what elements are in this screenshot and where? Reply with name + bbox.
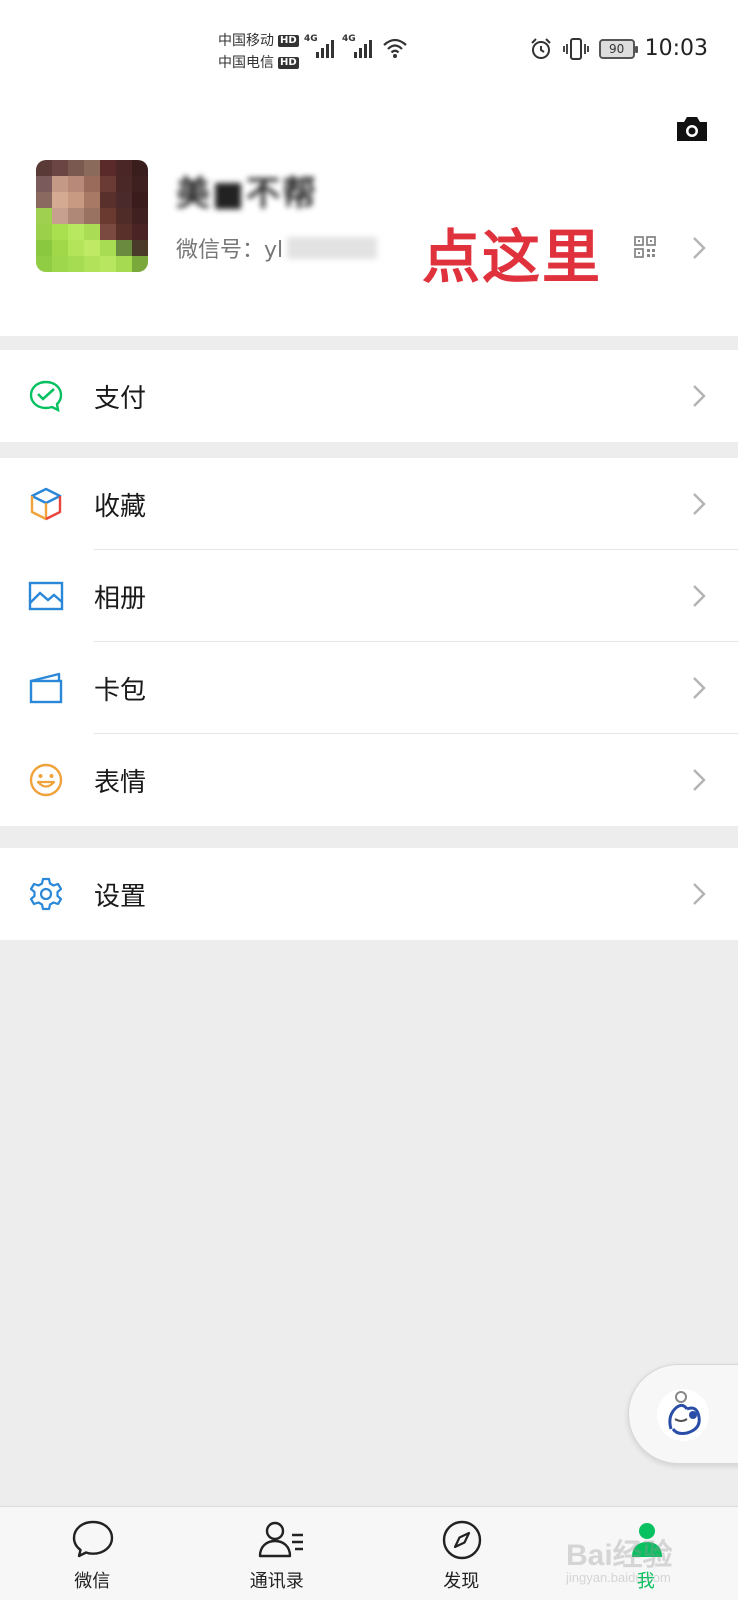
pay-icon [29, 380, 63, 413]
alarm-icon [530, 37, 551, 59]
chevron-right-icon [693, 769, 706, 791]
carrier-info: 中国移动 HD 中国电信 HD [218, 30, 299, 74]
floating-assistant-button[interactable] [628, 1364, 738, 1464]
chevron-right-icon [693, 585, 706, 607]
menu-label-album: 相册 [94, 583, 147, 614]
menu-label-pay: 支付 [94, 383, 147, 414]
contacts-icon [258, 1521, 303, 1558]
chevron-right-icon [693, 883, 706, 905]
wechat-id-label: 微信号：yl [176, 238, 284, 263]
menu-group-main: 收藏 相册 卡包 表情 [0, 458, 738, 826]
menu-label-settings: 设置 [94, 881, 147, 912]
carrier-2: 中国电信 [218, 55, 274, 71]
smiley-icon [29, 763, 63, 797]
chat-bubble-icon [72, 1520, 114, 1558]
carrier-1: 中国移动 [218, 33, 274, 49]
menu-item-stickers[interactable]: 表情 [0, 734, 738, 826]
wechat-id: 微信号：yl [176, 232, 378, 264]
signal-icon: 4G [342, 34, 372, 58]
menu-item-pay[interactable]: 支付 [0, 350, 738, 442]
album-picture-icon [28, 581, 64, 611]
tab-label-contacts: 通讯录 [249, 1571, 304, 1592]
menu-label-stickers: 表情 [94, 767, 147, 798]
chevron-right-icon [693, 385, 706, 407]
assistant-mascot-icon [657, 1389, 709, 1441]
camera-icon[interactable] [674, 114, 710, 144]
menu-label-cards: 卡包 [94, 675, 147, 706]
vibrate-icon [562, 37, 589, 60]
signal-icon: 4G [304, 34, 334, 58]
battery-indicator: 90 [598, 38, 638, 59]
profile-header[interactable]: 美■不帮 微信号：yl 点这里 [0, 100, 738, 336]
chevron-right-icon [693, 237, 706, 259]
menu-item-favorites[interactable]: 收藏 [0, 458, 738, 550]
wechat-id-blur [287, 237, 378, 259]
status-bar: 中国移动 HD 中国电信 HD 4G 4G 90 10:03 [0, 0, 738, 100]
favorites-cube-icon [30, 487, 62, 521]
annotation-text: 点这里 [422, 223, 603, 291]
menu-group-settings: 设置 [0, 848, 738, 940]
wifi-icon [383, 38, 407, 58]
menu-item-cards[interactable]: 卡包 [0, 642, 738, 734]
compass-icon [442, 1520, 482, 1560]
tab-label-chats: 微信 [74, 1571, 111, 1592]
chevron-right-icon [693, 493, 706, 515]
hd-badge: HD [278, 35, 299, 47]
gear-icon [29, 877, 63, 911]
menu-label-favorites: 收藏 [94, 491, 147, 522]
menu-item-settings[interactable]: 设置 [0, 848, 738, 940]
avatar[interactable] [36, 160, 148, 272]
nickname: 美■不帮 [176, 174, 319, 214]
qr-code-icon[interactable] [634, 236, 656, 258]
card-wallet-icon [29, 672, 63, 704]
clock: 10:03 [644, 36, 708, 61]
menu-group-pay: 支付 [0, 350, 738, 442]
tab-contacts[interactable]: 通讯录 [185, 1507, 370, 1600]
menu-item-album[interactable]: 相册 [0, 550, 738, 642]
signal-icons: 4G 4G [304, 34, 408, 58]
tab-chats[interactable]: 微信 [0, 1507, 185, 1600]
baidu-jingyan-watermark: Bai经验 jingyan.baidu.com [566, 1539, 673, 1585]
tab-label-discover: 发现 [443, 1571, 480, 1592]
tab-discover[interactable]: 发现 [369, 1507, 554, 1600]
chevron-right-icon [693, 677, 706, 699]
status-right: 90 10:03 [529, 36, 708, 61]
hd-badge: HD [278, 57, 299, 69]
